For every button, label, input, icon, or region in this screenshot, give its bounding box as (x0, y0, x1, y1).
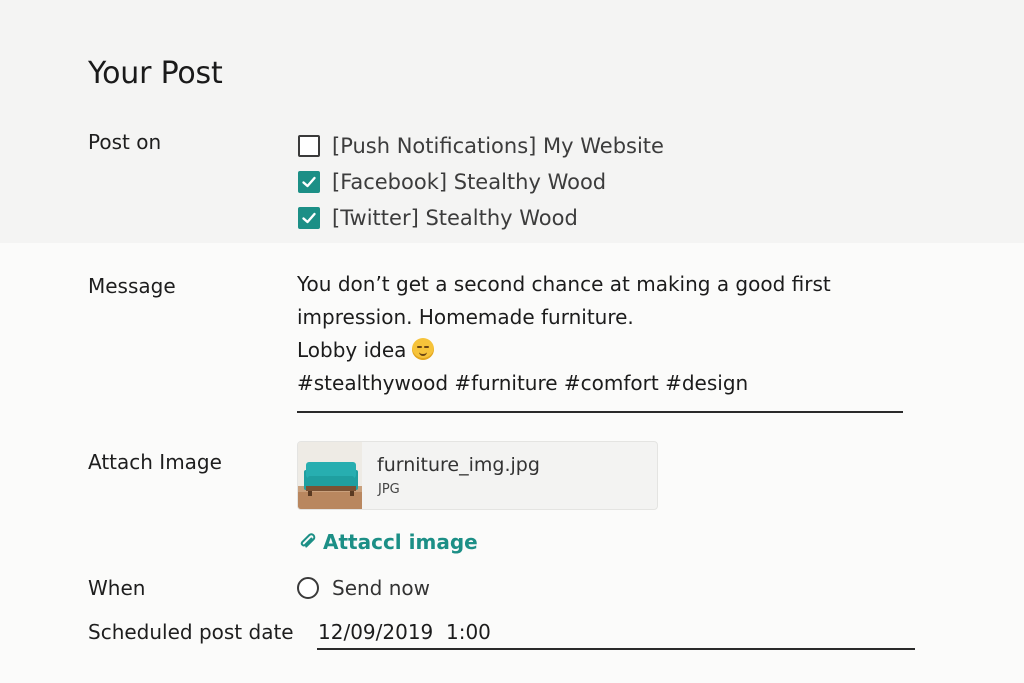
post-on-option-label: [Twitter] Stealthy Wood (332, 206, 578, 230)
post-on-label: Post on (88, 130, 162, 154)
check-icon (302, 212, 316, 224)
message-line: You don’t get a second chance at making … (297, 272, 831, 296)
message-line-with-emoji: Lobby idea (297, 334, 903, 367)
send-now-radio[interactable] (297, 577, 319, 599)
message-underline (297, 411, 903, 413)
smiling-face-emoji-icon (412, 338, 435, 360)
attach-image-link[interactable]: Attaccl image (299, 530, 478, 554)
attachment-file-type: JPG (378, 482, 400, 497)
when-label: When (88, 576, 146, 600)
paperclip-icon (299, 533, 317, 551)
post-on-option-label: [Facebook] Stealthy Wood (332, 170, 607, 194)
message-line: impression. Homemade furniture. (297, 305, 634, 329)
post-on-option-label: [Push Notifications] My Website (332, 134, 664, 158)
post-on-option-twitter[interactable]: [Twitter] Stealthy Wood (298, 200, 664, 236)
message-field[interactable]: You don’t get a second chance at making … (297, 268, 903, 400)
post-on-option-facebook[interactable]: [Facebook] Stealthy Wood (298, 164, 664, 200)
attachment-file-name: furniture_img.jpg (377, 454, 540, 476)
message-label: Message (88, 274, 176, 298)
check-icon (302, 176, 316, 188)
checkbox[interactable] (298, 135, 320, 157)
send-now-option[interactable]: Send now (297, 576, 430, 600)
checkbox[interactable] (298, 171, 320, 193)
post-on-option-push-notifications[interactable]: [Push Notifications] My Website (298, 128, 664, 164)
scheduled-post-date-input[interactable] (317, 616, 915, 650)
message-hashtags: #stealthywood #furniture #comfort #desig… (297, 371, 749, 395)
page-title: Your Post (88, 56, 223, 91)
send-now-label: Send now (332, 576, 430, 600)
checkbox[interactable] (298, 207, 320, 229)
message-line-text: Lobby idea (297, 338, 407, 362)
attachment-thumbnail (298, 442, 362, 509)
post-on-options: [Push Notifications] My Website [Faceboo… (298, 128, 664, 236)
attachment-card[interactable]: furniture_img.jpg JPG (297, 441, 658, 510)
attach-image-label: Attach Image (88, 450, 222, 474)
scheduled-post-date-label: Scheduled post date (88, 620, 294, 644)
attach-image-link-label: Attaccl image (323, 530, 478, 554)
